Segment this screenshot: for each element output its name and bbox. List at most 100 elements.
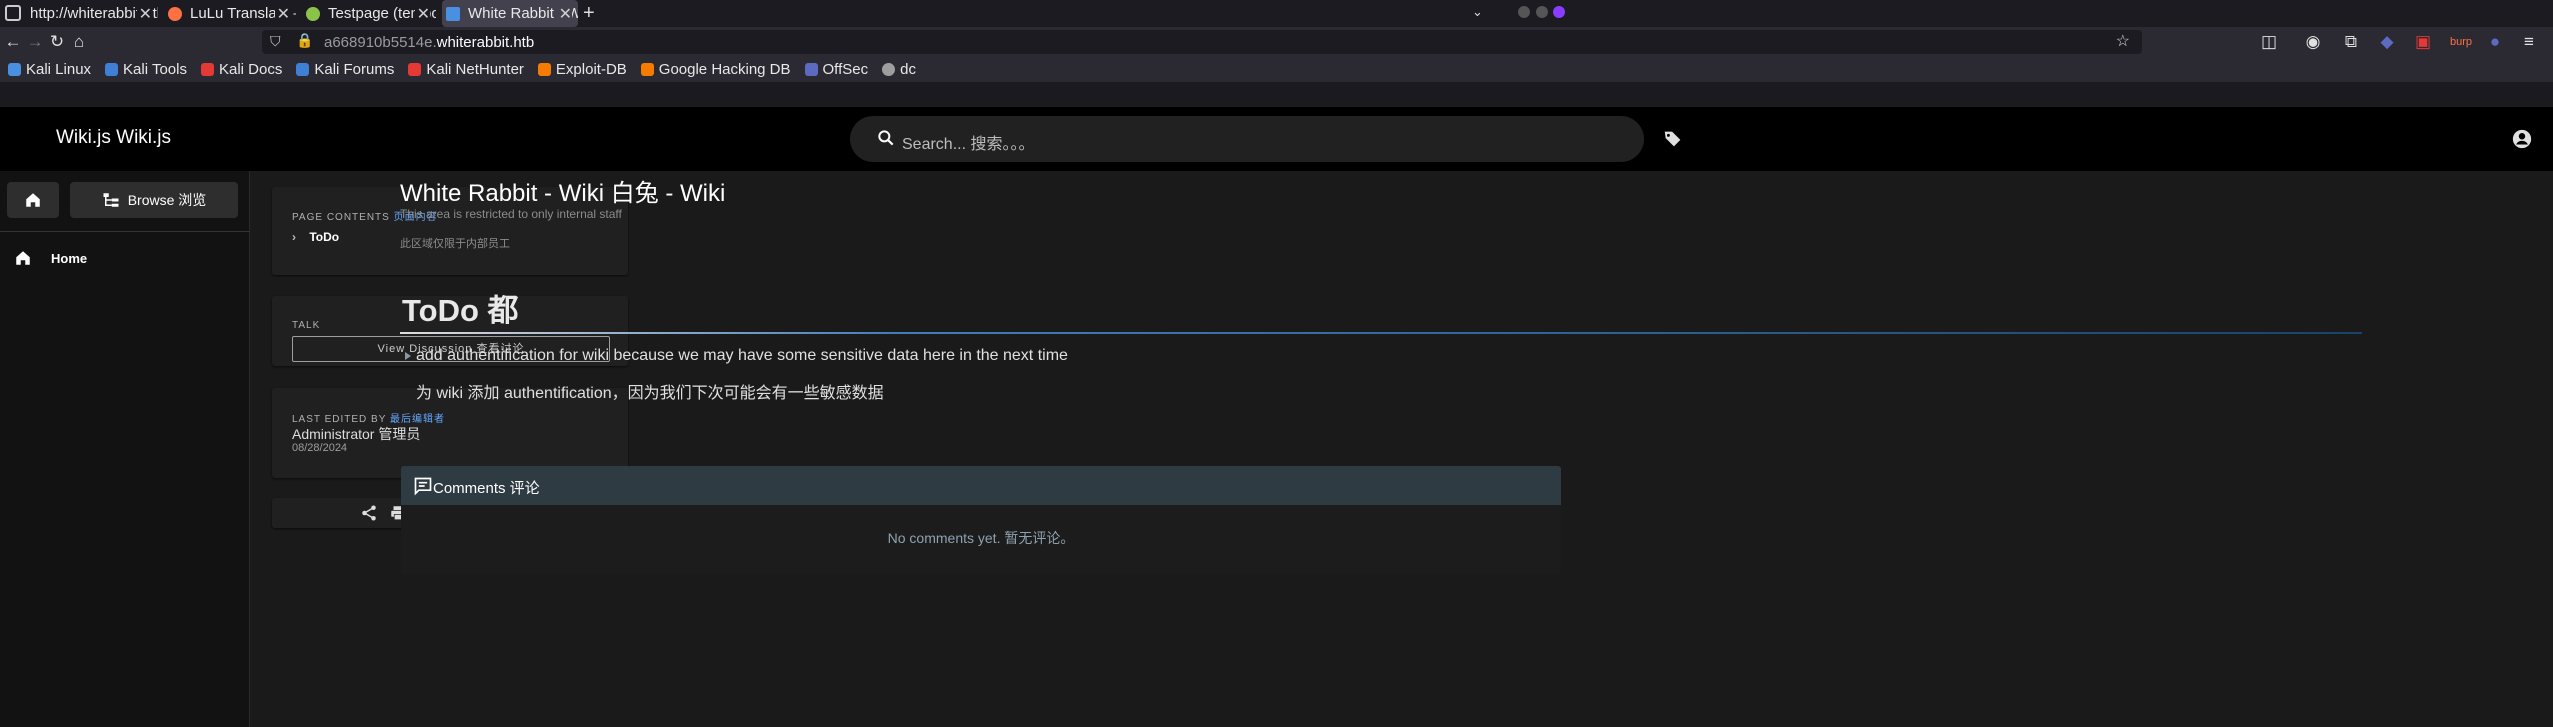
comment-icon xyxy=(414,477,432,496)
search-icon xyxy=(878,130,894,146)
bookmark-star-icon[interactable]: ☆ xyxy=(2116,31,2130,51)
shield-icon[interactable]: ⛉ xyxy=(270,33,281,50)
comments-header: Comments 评论 xyxy=(401,466,1561,505)
toc-item-label: ToDo xyxy=(309,230,340,244)
bookmark-label: Google Hacking DB xyxy=(658,61,791,78)
tab-overview-icon[interactable] xyxy=(5,5,21,21)
bookmark-exploit-db[interactable]: Exploit-DB xyxy=(537,61,627,78)
burp-icon[interactable]: burp xyxy=(2450,31,2472,53)
tab-lulu-translate[interactable]: LuLu Translate – Get this ✕ xyxy=(168,0,296,27)
sidebar: Browse 浏览 Home xyxy=(0,171,250,727)
close-icon[interactable]: ✕ xyxy=(136,4,152,24)
extension-3-icon[interactable]: ● xyxy=(2484,31,2506,53)
page-title: White Rabbit - Wiki 白兔 - Wiki xyxy=(400,180,726,207)
bookmark-label: dc xyxy=(900,61,916,78)
exploit-db-icon xyxy=(537,63,551,76)
bookmark-kali-docs[interactable]: Kali Docs xyxy=(200,61,283,78)
wiki-header: Wiki.js Wiki.js Search... 搜索。。。 xyxy=(0,107,2553,171)
new-tab-button[interactable]: + xyxy=(583,2,595,25)
todo-item-cn: 为 wiki 添加 authentification，因为我们下次可能会有一些敏… xyxy=(416,385,884,402)
bookmark-label: Kali Docs xyxy=(218,61,283,78)
maximize-icon[interactable] xyxy=(1536,6,1548,18)
account-icon[interactable]: ◉ xyxy=(2302,31,2324,53)
toc-item[interactable]: › ToDo xyxy=(292,230,339,244)
extension-2-icon[interactable]: ▣ xyxy=(2412,31,2434,53)
offsec-icon xyxy=(804,63,818,76)
bookmark-kali-tools[interactable]: Kali Tools xyxy=(105,61,187,78)
bullet-icon xyxy=(405,352,411,360)
bookmark-offsec[interactable]: OffSec xyxy=(804,61,869,78)
heading-underline xyxy=(400,332,2362,334)
browse-label: Browse 浏览 xyxy=(127,192,207,208)
kali-forums-icon xyxy=(296,63,310,76)
todo-heading: ToDo 都 xyxy=(402,293,519,328)
page-subtitle: This area is restricted to only internal… xyxy=(400,207,622,221)
kali-nethunter-icon xyxy=(408,63,422,76)
extension-1-icon[interactable]: ◆ xyxy=(2376,31,2398,53)
close-window-icon[interactable] xyxy=(1553,6,1565,18)
author-name[interactable]: Administrator 管理员 xyxy=(292,424,420,444)
site-brand[interactable]: Wiki.js Wiki.js xyxy=(56,127,171,149)
edit-date: 08/28/2024 xyxy=(292,442,348,454)
kali-tools-icon xyxy=(105,63,119,76)
bookmark-kali-nethunter[interactable]: Kali NetHunter xyxy=(408,61,524,78)
minimize-icon[interactable] xyxy=(1518,6,1530,18)
globe-icon xyxy=(882,63,896,76)
reload-icon[interactable]: ↻ xyxy=(46,31,68,53)
home-icon xyxy=(16,251,30,265)
kali-linux-icon xyxy=(8,63,21,76)
list-all-tabs-icon[interactable]: ⌄ xyxy=(1472,4,1483,20)
navigation-toolbar: ← → ↻ ⌂ ⛉ 🔒 a668910b5514e.whiterabbit.ht… xyxy=(0,27,2553,57)
tab-white-rabbit-wiki[interactable]: White Rabbit - Wiki | Wiki ✕ xyxy=(442,0,578,27)
tags-icon[interactable] xyxy=(1662,128,1684,150)
divider xyxy=(0,231,250,232)
chevron-right-icon: › xyxy=(292,230,296,244)
talk-title: TALK xyxy=(292,320,321,331)
extensions-icon[interactable]: ⧉ xyxy=(2340,31,2362,53)
bookmark-google-hacking-db[interactable]: Google Hacking DB xyxy=(640,61,791,78)
bookmark-label: Kali Tools xyxy=(123,61,187,78)
last-edited-title: LAST EDITED BY 最后编辑者 xyxy=(292,414,445,425)
lock-icon[interactable]: 🔒 xyxy=(296,32,313,49)
url-host: whiterabbit.htb xyxy=(436,34,535,51)
testpage-favicon-icon xyxy=(306,6,320,21)
search-placeholder: Search... 搜索。。。 xyxy=(902,136,1035,153)
tab-whiterabbit-services[interactable]: http://whiterabbit.htb/#servi ✕ xyxy=(30,0,158,27)
pocket-icon[interactable]: ◫ xyxy=(2258,31,2280,53)
forward-icon[interactable]: → xyxy=(24,31,46,53)
google-hacking-db-icon xyxy=(640,63,654,76)
back-icon[interactable]: ← xyxy=(2,31,24,53)
tab-strip: http://whiterabbit.htb/#servi ✕ LuLu Tra… xyxy=(0,0,2553,27)
bookmark-label: OffSec xyxy=(822,61,869,78)
home-button[interactable] xyxy=(7,182,59,218)
search-input[interactable]: Search... 搜索。。。 xyxy=(850,116,1644,162)
close-icon[interactable]: ✕ xyxy=(414,4,430,24)
account-icon[interactable] xyxy=(2511,128,2533,150)
url-bar[interactable]: ⛉ 🔒 a668910b5514e.whiterabbit.htb ☆ xyxy=(262,30,2142,54)
bookmark-label: Kali Forums xyxy=(314,61,395,78)
todo-item-en: add authentification for wiki because we… xyxy=(416,347,1068,364)
page-content: PAGE CONTENTS 页面内容 › ToDo TALK View Disc… xyxy=(251,171,2553,727)
kali-docs-icon xyxy=(200,63,214,76)
browse-button[interactable]: Browse 浏览 xyxy=(70,182,238,218)
home-icon xyxy=(26,193,40,207)
close-icon[interactable]: ✕ xyxy=(556,4,572,24)
menu-icon[interactable]: ≡ xyxy=(2518,31,2540,53)
close-icon[interactable]: ✕ xyxy=(274,4,290,24)
tree-icon xyxy=(103,193,119,207)
no-comments-text: No comments yet. 暂无评论。 xyxy=(887,530,1075,546)
bookmark-label: Kali Linux xyxy=(26,61,92,78)
tab-testpage[interactable]: Testpage (temporary) ✕ xyxy=(306,0,436,27)
home-icon[interactable]: ⌂ xyxy=(68,31,90,53)
bookmark-dc[interactable]: dc xyxy=(882,61,916,78)
comments-section: Comments 评论 No comments yet. 暂无评论。 xyxy=(401,466,1561,574)
share-icon[interactable] xyxy=(360,504,378,522)
comments-title: Comments 评论 xyxy=(433,480,540,497)
bookmark-kali-forums[interactable]: Kali Forums xyxy=(296,61,394,78)
wiki-favicon-icon xyxy=(446,6,460,21)
bookmark-label: Exploit-DB xyxy=(555,61,627,78)
lulu-favicon-icon xyxy=(168,6,182,21)
url-text: a668910b5514e.whiterabbit.htb xyxy=(324,34,534,51)
bookmark-kali-linux[interactable]: Kali Linux xyxy=(8,61,91,78)
sidebar-item-home[interactable]: Home xyxy=(14,249,87,267)
